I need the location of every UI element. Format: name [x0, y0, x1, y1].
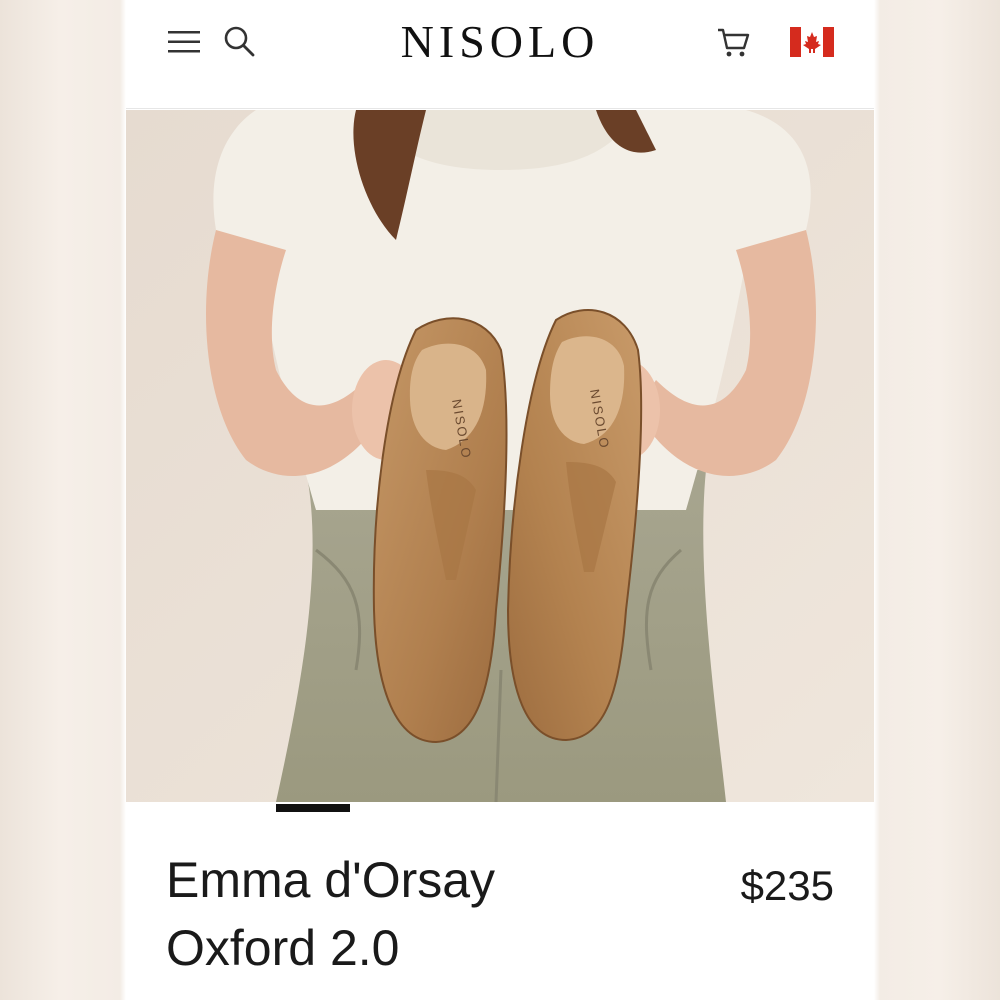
cart-icon[interactable] [716, 26, 752, 60]
product-image[interactable]: NISOLO NISOLO [126, 110, 874, 802]
product-price: $235 [740, 862, 834, 909]
product-title: Emma d'Orsay Oxford 2.0 [166, 846, 646, 982]
search-icon[interactable] [222, 24, 258, 60]
canada-flag-icon[interactable] [790, 27, 834, 57]
site-header: NISOLO [126, 0, 874, 109]
mobile-page: NISOLO NISOLO NISOLO Emma d'Orsay Oxford… [126, 0, 874, 1000]
brand-logo[interactable]: NISOLO [326, 14, 674, 70]
menu-icon[interactable] [166, 28, 202, 56]
carousel-indicator[interactable] [276, 804, 350, 812]
product-title-line2: Oxford 2.0 [166, 920, 400, 976]
product-title-line1: Emma d'Orsay [166, 852, 496, 908]
